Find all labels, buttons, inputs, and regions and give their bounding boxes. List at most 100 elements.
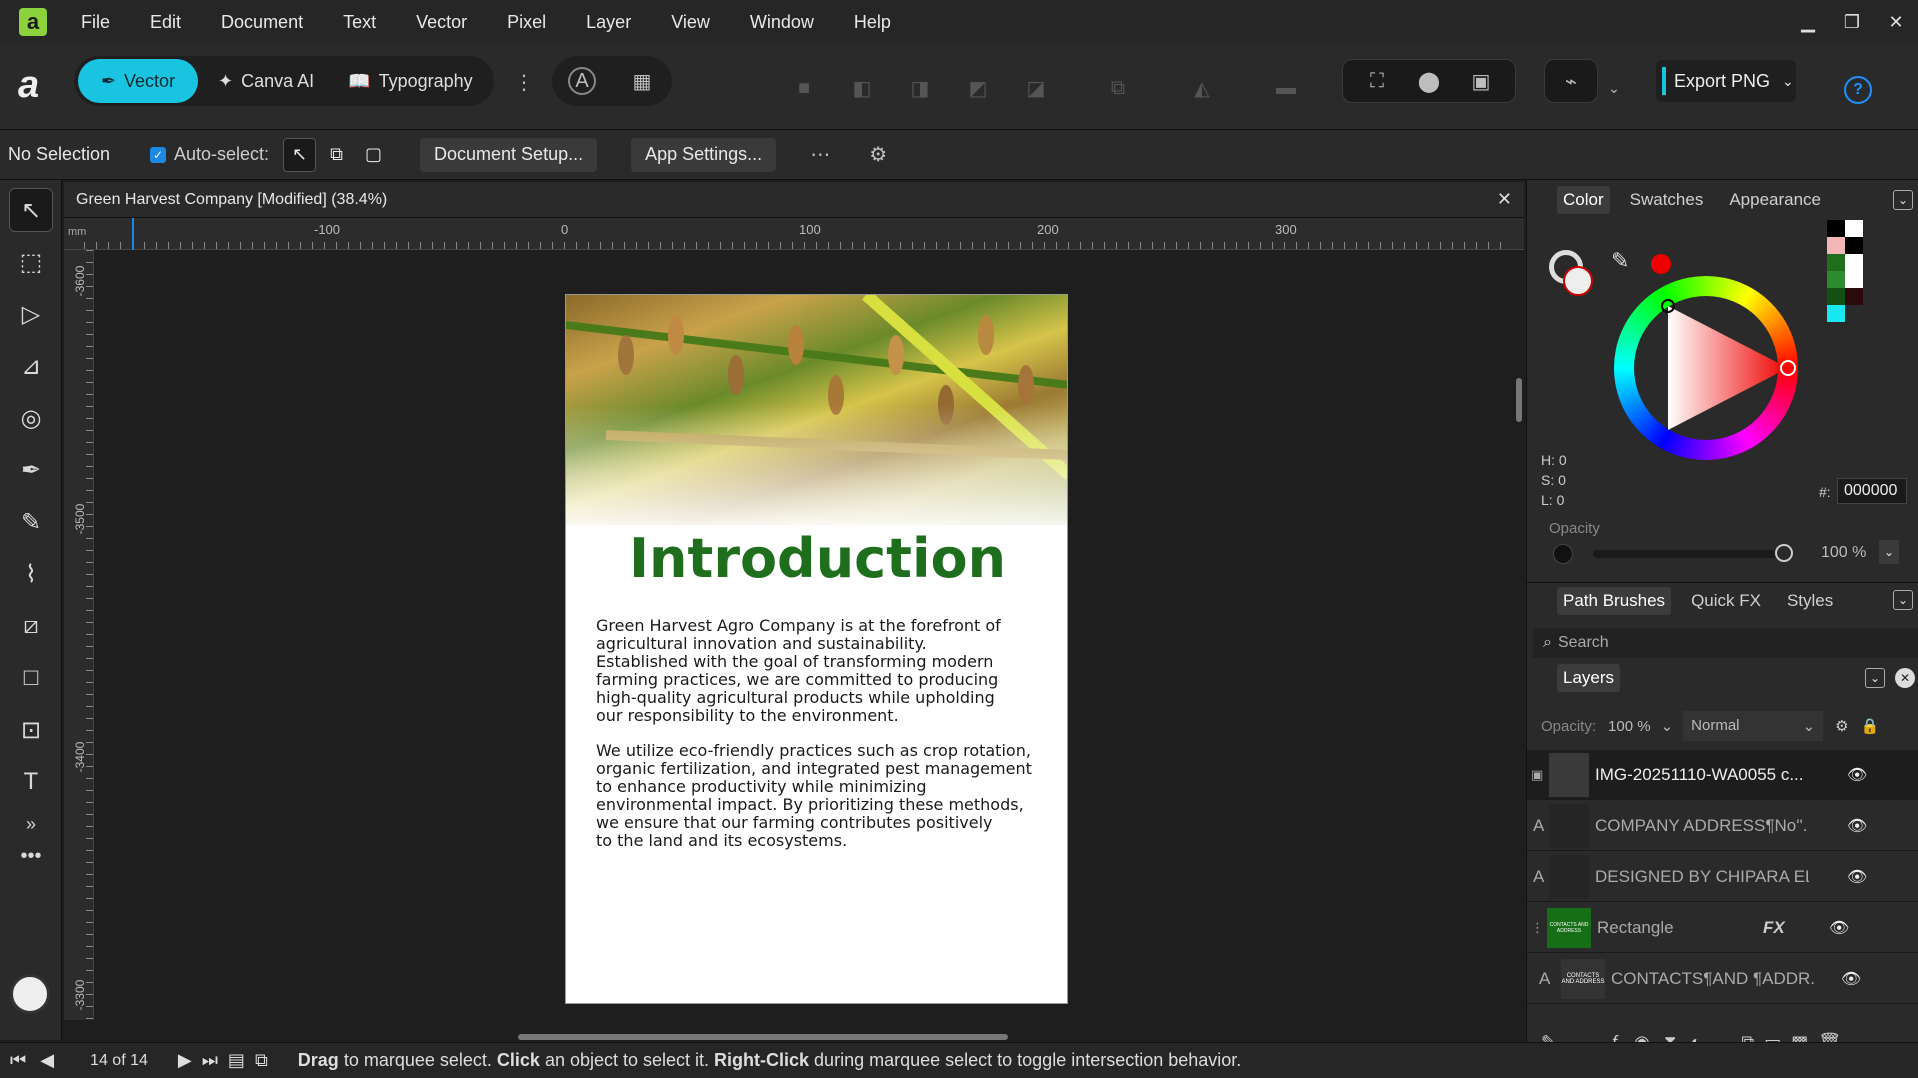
color-triangle[interactable] — [1614, 276, 1798, 460]
pencil-tool-icon[interactable]: ✎ — [9, 500, 53, 544]
blend-mode-select[interactable]: Normal ⌄ — [1683, 711, 1824, 741]
opacity-value[interactable]: 100 % — [1821, 544, 1866, 562]
tab-layers[interactable]: Layers — [1557, 664, 1621, 692]
layers-close-icon[interactable]: ✕ — [1895, 668, 1915, 688]
tab-quick-fx[interactable]: Quick FX — [1685, 587, 1767, 615]
swatch-green[interactable] — [1827, 254, 1845, 271]
grid-view-icon[interactable]: ▦ — [628, 67, 656, 95]
align-icon[interactable]: ⧉ — [1104, 74, 1132, 102]
layer-fx-icon[interactable]: FX — [1763, 918, 1809, 938]
boolean-xor-icon[interactable]: ◩ — [964, 74, 992, 102]
menu-vector[interactable]: Vector — [416, 12, 467, 33]
contour-tool-icon[interactable]: ⊿ — [9, 344, 53, 388]
snapping-button[interactable]: ⌁ — [1544, 59, 1598, 103]
select-intersect-icon[interactable]: ⧉ — [322, 138, 351, 172]
visibility-eye-icon[interactable]: 👁 — [1847, 816, 1867, 836]
visibility-eye-icon[interactable]: 👁 — [1847, 867, 1867, 887]
vertical-scrollbar[interactable] — [1516, 378, 1522, 422]
menu-file[interactable]: File — [81, 12, 110, 33]
restore-icon[interactable]: ❐ — [1830, 12, 1874, 33]
document-page[interactable]: Introduction Green Harvest Agro Company … — [565, 294, 1068, 1004]
swatch-white[interactable] — [1845, 254, 1863, 271]
export-dropdown-icon[interactable]: ⌄ — [1782, 73, 1794, 90]
fill-tool-icon[interactable]: ⧄ — [9, 604, 53, 648]
flip-icon[interactable]: ◭ — [1188, 74, 1216, 102]
layer-row[interactable]: A CONTACTS AND ADDRESS CONTACTS¶AND ¶ADD… — [1527, 954, 1918, 1004]
bounding-box-icon[interactable]: ▣ — [1467, 67, 1495, 95]
swatch-green[interactable] — [1827, 271, 1845, 288]
swatch-cyan[interactable] — [1827, 305, 1845, 322]
document-setup-button[interactable]: Document Setup... — [420, 137, 598, 172]
visibility-eye-icon[interactable]: 👁 — [1841, 969, 1861, 989]
persona-typography[interactable]: 📖 Typography — [348, 71, 472, 92]
menu-view[interactable]: View — [671, 12, 710, 33]
close-window-icon[interactable]: ✕ — [1874, 12, 1918, 33]
pen-tool-icon[interactable]: ✒ — [9, 448, 53, 492]
app-logo[interactable]: a — [19, 8, 47, 36]
node-tool-icon[interactable]: ▷ — [9, 292, 53, 336]
vector-brush-tool-icon[interactable]: ⌇ — [9, 552, 53, 596]
tab-color[interactable]: Color — [1557, 186, 1610, 214]
color-panel-collapse-icon[interactable]: ⌄ — [1893, 190, 1913, 210]
document-tab[interactable]: Green Harvest Company [Modified] (38.4%)… — [64, 182, 1524, 218]
minimize-icon[interactable]: ▁ — [1786, 12, 1830, 33]
visibility-eye-icon[interactable]: 👁 — [1829, 918, 1849, 938]
swatch-white[interactable] — [1845, 271, 1863, 288]
select-mode-icon[interactable]: ↖ — [283, 137, 317, 172]
more-tools-icon[interactable]: ••• — [9, 844, 53, 868]
tab-appearance[interactable]: Appearance — [1723, 186, 1827, 214]
shape-tool-icon[interactable]: ⊡ — [9, 708, 53, 752]
help-icon[interactable]: ? — [1844, 76, 1872, 104]
corner-tool-icon[interactable]: ◎ — [9, 396, 53, 440]
layers-collapse-icon[interactable]: ⌄ — [1865, 668, 1885, 688]
close-document-icon[interactable]: ✕ — [1497, 189, 1512, 210]
fill-swatch-icon[interactable] — [1563, 266, 1593, 296]
brush-search-input[interactable]: ⌕ Search — [1533, 628, 1918, 658]
layer-lock-icon[interactable]: 🔒 — [1861, 717, 1880, 735]
menu-text[interactable]: Text — [343, 12, 376, 33]
snapping-grid-icon[interactable]: ⋯ — [806, 141, 834, 169]
layer-row[interactable]: A DESIGNED BY CHIPARA ELI... 👁 — [1527, 852, 1918, 902]
menu-document[interactable]: Document — [221, 12, 303, 33]
group-expand-icon[interactable]: ⋮ — [1531, 920, 1547, 936]
transform-origin-icon[interactable]: ⛶ — [1363, 67, 1391, 95]
distribute-icon[interactable]: ▬ — [1272, 74, 1300, 102]
settings-gear-icon[interactable]: ⚙ — [864, 141, 892, 169]
swatch-white[interactable] — [1845, 220, 1863, 237]
brush-panel-collapse-icon[interactable]: ⌄ — [1893, 590, 1913, 610]
menu-window[interactable]: Window — [750, 12, 814, 33]
opacity-dropdown-icon[interactable]: ⌄ — [1879, 540, 1899, 564]
node-transform-icon[interactable]: ⬤ — [1415, 67, 1443, 95]
opacity-slider-handle[interactable] — [1775, 544, 1793, 562]
tab-path-brushes[interactable]: Path Brushes — [1557, 586, 1672, 615]
layer-row[interactable]: ⋮ CONTACTS AND ADDRESS Rectangle FX 👁 — [1527, 903, 1918, 953]
layer-settings-gear-icon[interactable]: ⚙ — [1835, 717, 1848, 735]
prev-page-icon[interactable]: ◀ — [40, 1050, 54, 1071]
pages-icon[interactable]: ⧉ — [255, 1050, 268, 1071]
intro-paragraph-2[interactable]: We utilize eco-friendly practices such a… — [596, 742, 1056, 850]
swatch-black[interactable] — [1827, 220, 1845, 237]
persona-vector[interactable]: ✒ Vector — [78, 59, 198, 103]
first-page-icon[interactable]: ⏮ — [10, 1050, 26, 1071]
select-container-icon[interactable]: ▢ — [357, 138, 390, 172]
horizontal-scrollbar[interactable] — [518, 1034, 1008, 1040]
menu-pixel[interactable]: Pixel — [507, 12, 546, 33]
menu-help[interactable]: Help — [854, 12, 891, 33]
snapping-dropdown-icon[interactable]: ⌄ — [1600, 74, 1628, 102]
opacity-slider[interactable] — [1593, 550, 1783, 558]
more-options-icon[interactable]: ⋮ — [510, 68, 538, 96]
color-wheel[interactable] — [1614, 276, 1798, 460]
next-page-icon[interactable]: ▶ — [178, 1050, 192, 1071]
layer-opacity-dropdown-icon[interactable]: ⌄ — [1661, 717, 1674, 735]
rectangle-tool-icon[interactable]: □ — [9, 656, 53, 700]
app-settings-button[interactable]: App Settings... — [631, 137, 777, 172]
menu-edit[interactable]: Edit — [150, 12, 181, 33]
swatch-black[interactable] — [1845, 237, 1863, 254]
view-mode-icon[interactable]: A — [568, 67, 596, 95]
move-tool-icon[interactable]: ↖ — [9, 188, 53, 232]
color-swatch-icon[interactable] — [10, 974, 50, 1014]
menu-layer[interactable]: Layer — [586, 12, 631, 33]
swatch-dark[interactable] — [1845, 288, 1863, 305]
layer-row[interactable]: A COMPANY ADDRESS¶No''... 👁 — [1527, 801, 1918, 851]
auto-select-checkbox[interactable]: ✓ — [150, 146, 166, 163]
